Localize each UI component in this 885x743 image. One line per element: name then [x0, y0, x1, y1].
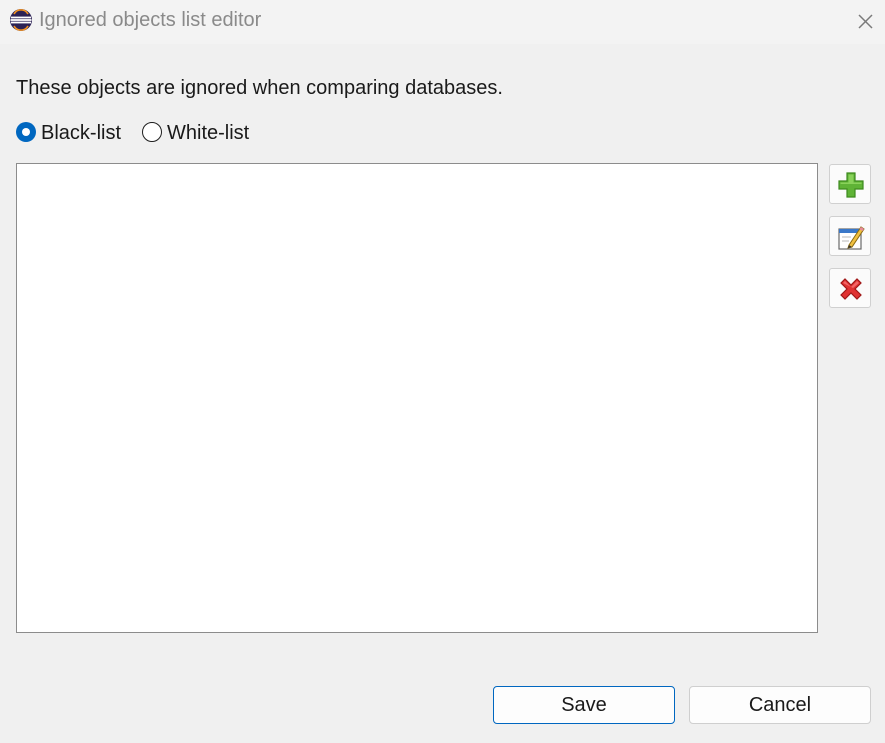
description-text: These objects are ignored when comparing…	[16, 77, 503, 99]
window-title: Ignored objects list editor	[39, 9, 262, 31]
eclipse-icon	[9, 8, 33, 32]
add-icon	[838, 172, 864, 198]
radio-button-checked[interactable]	[16, 122, 36, 142]
edit-icon	[838, 226, 865, 250]
delete-icon	[840, 278, 862, 300]
close-icon	[858, 14, 873, 29]
ignored-objects-list[interactable]	[16, 163, 818, 633]
radio-button-unchecked[interactable]	[142, 122, 162, 142]
cancel-button[interactable]: Cancel	[689, 686, 871, 724]
close-button[interactable]	[850, 6, 880, 36]
radio-label-black-list: Black-list	[41, 122, 122, 144]
edit-button[interactable]	[829, 216, 871, 256]
delete-button[interactable]	[829, 268, 871, 308]
radio-label-white-list: White-list	[167, 122, 250, 144]
add-button[interactable]	[829, 164, 871, 204]
ignored-objects-dialog: Ignored objects list editor These object…	[0, 0, 885, 743]
title-bar: Ignored objects list editor	[0, 0, 885, 44]
save-button[interactable]: Save	[493, 686, 675, 724]
